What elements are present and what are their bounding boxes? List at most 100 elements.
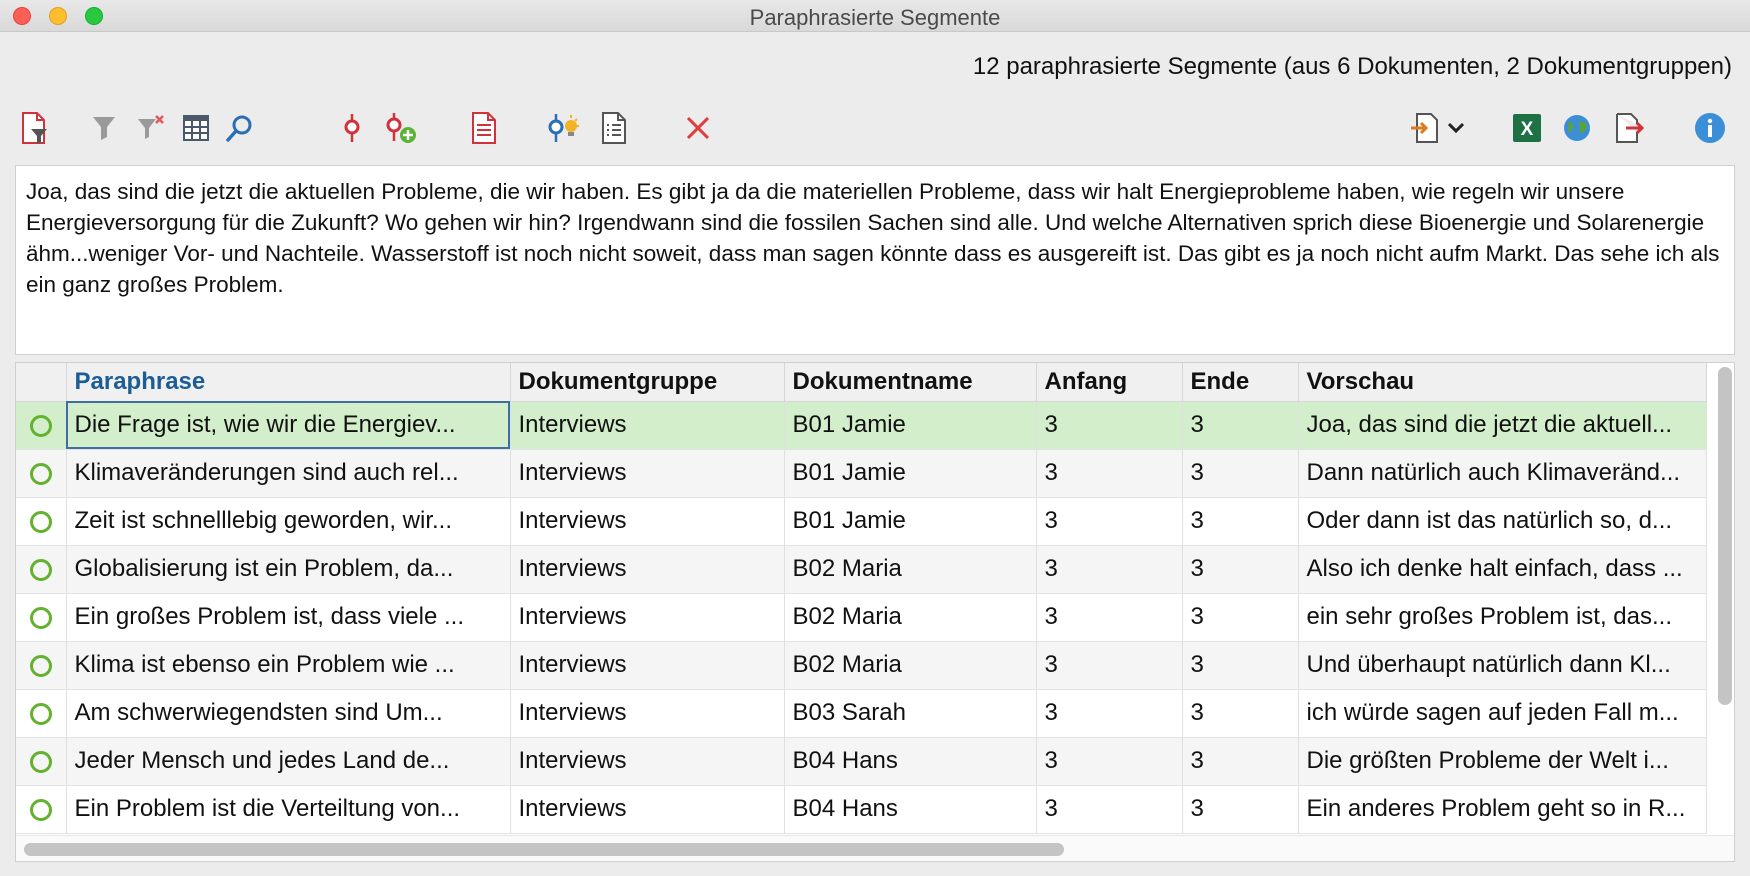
segment-text-preview[interactable]: Joa, das sind die jetzt die aktuellen Pr… [15,165,1735,355]
end-cell: 3 [1182,449,1299,498]
filter-icon[interactable] [86,110,122,146]
document-name-cell: B02 Maria [784,641,1037,690]
start-cell: 3 [1036,497,1183,546]
list-icon[interactable] [596,110,632,146]
end-cell: 3 [1182,737,1299,786]
status-circle-icon [16,449,67,498]
status-circle-icon [16,737,67,786]
table-row[interactable]: Globalisierung ist ein Problem, da... In… [16,545,1707,594]
start-cell: 3 [1036,593,1183,642]
status-circle-icon [16,785,67,834]
title-bar: Paraphrasierte Segmente [0,0,1750,32]
column-header-paraphrase[interactable]: Paraphrase [66,363,511,402]
table-row[interactable]: Am schwerwiegendsten sind Um... Intervie… [16,689,1707,738]
start-cell: 3 [1036,401,1183,450]
filter-clear-icon[interactable] [133,110,169,146]
status-circle-icon [16,497,67,546]
paraphrase-cell[interactable]: Die Frage ist, wie wir die Energiev... [66,401,511,450]
import-icon[interactable] [1408,110,1468,146]
window-title: Paraphrasierte Segmente [749,5,1001,30]
preview-cell: Und überhaupt natürlich dann Kl... [1298,641,1707,690]
columns-icon[interactable] [178,110,214,146]
preview-cell: Dann natürlich auch Klimaveränd... [1298,449,1707,498]
code-pin-icon[interactable] [334,110,370,146]
document-group-cell: Interviews [510,545,785,594]
column-header-document-group[interactable]: Dokumentgruppe [510,363,785,402]
horizontal-scrollbar-thumb[interactable] [24,843,1064,856]
paraphrase-cell[interactable]: Globalisierung ist ein Problem, da... [66,545,511,594]
document-group-cell: Interviews [510,689,785,738]
document-name-cell: B02 Maria [784,545,1037,594]
end-cell: 3 [1182,641,1299,690]
info-icon[interactable] [1692,110,1728,146]
table-row[interactable]: Klimaveränderungen sind auch rel... Inte… [16,449,1707,498]
column-header-preview[interactable]: Vorschau [1298,363,1707,402]
document-group-cell: Interviews [510,449,785,498]
table-row[interactable]: Zeit ist schnelllebig geworden, wir... I… [16,497,1707,546]
document-name-cell: B01 Jamie [784,497,1037,546]
end-cell: 3 [1182,497,1299,546]
excel-icon[interactable]: X [1509,110,1545,146]
preview-cell: Ein anderes Problem geht so in R... [1298,785,1707,834]
preview-cell: ein sehr großes Problem ist, das... [1298,593,1707,642]
preview-cell: Joa, das sind die jetzt die aktuell... [1298,401,1707,450]
table-row[interactable]: Die Frage ist, wie wir die Energiev... I… [16,401,1707,450]
document-group-cell: Interviews [510,737,785,786]
document-group-cell: Interviews [510,593,785,642]
column-header-end[interactable]: Ende [1182,363,1299,402]
document-name-cell: B04 Hans [784,737,1037,786]
horizontal-scrollbar-track[interactable] [16,835,1734,861]
paraphrase-cell[interactable]: Ein Problem ist die Verteiltung von... [66,785,511,834]
search-icon[interactable] [222,110,258,146]
document-group-cell: Interviews [510,497,785,546]
status-circle-icon [16,689,67,738]
start-cell: 3 [1036,641,1183,690]
column-header-start[interactable]: Anfang [1036,363,1183,402]
segments-table: Paraphrase Dokumentgruppe Dokumentname A… [15,362,1735,862]
start-cell: 3 [1036,449,1183,498]
svg-text:X: X [1521,119,1534,140]
table-row[interactable]: Ein Problem ist die Verteiltung von... I… [16,785,1707,834]
start-cell: 3 [1036,689,1183,738]
export-icon[interactable] [1612,110,1648,146]
document-name-cell: B03 Sarah [784,689,1037,738]
document-icon[interactable] [466,110,502,146]
end-cell: 3 [1182,689,1299,738]
bulb-code-icon[interactable] [546,110,582,146]
preview-cell: Oder dann ist das natürlich so, d... [1298,497,1707,546]
paraphrase-cell[interactable]: Ein großes Problem ist, dass viele ... [66,593,511,642]
preview-cell: ich würde sagen auf jeden Fall m... [1298,689,1707,738]
document-name-cell: B02 Maria [784,593,1037,642]
start-cell: 3 [1036,785,1183,834]
globe-icon[interactable] [1559,110,1595,146]
paraphrase-cell[interactable]: Am schwerwiegendsten sind Um... [66,689,511,738]
delete-icon[interactable] [680,110,716,146]
segment-summary: 12 paraphrasierte Segmente (aus 6 Dokume… [972,53,1732,80]
document-name-cell: B04 Hans [784,785,1037,834]
status-circle-icon [16,401,67,450]
code-pin-add-icon[interactable] [383,110,419,146]
table-header-row: Paraphrase Dokumentgruppe Dokumentname A… [16,363,1707,402]
preview-cell: Also ich denke halt einfach, dass ... [1298,545,1707,594]
end-cell: 3 [1182,401,1299,450]
document-filter-icon[interactable] [17,110,53,146]
paraphrased-segments-window: Paraphrasierte Segmente 12 paraphrasiert… [0,0,1750,876]
paraphrase-cell[interactable]: Klimaveränderungen sind auch rel... [66,449,511,498]
document-name-cell: B01 Jamie [784,401,1037,450]
vertical-scrollbar[interactable] [1718,367,1732,705]
start-cell: 3 [1036,737,1183,786]
document-group-cell: Interviews [510,401,785,450]
preview-cell: Die größten Probleme der Welt i... [1298,737,1707,786]
document-group-cell: Interviews [510,641,785,690]
table-row[interactable]: Klima ist ebenso ein Problem wie ... Int… [16,641,1707,690]
table-row[interactable]: Jeder Mensch und jedes Land de... Interv… [16,737,1707,786]
paraphrase-cell[interactable]: Zeit ist schnelllebig geworden, wir... [66,497,511,546]
paraphrase-cell[interactable]: Klima ist ebenso ein Problem wie ... [66,641,511,690]
document-name-cell: B01 Jamie [784,449,1037,498]
paraphrase-cell[interactable]: Jeder Mensch und jedes Land de... [66,737,511,786]
table-row[interactable]: Ein großes Problem ist, dass viele ... I… [16,593,1707,642]
column-header-document-name[interactable]: Dokumentname [784,363,1037,402]
status-circle-icon [16,593,67,642]
column-header-status[interactable] [16,363,67,402]
status-circle-icon [16,641,67,690]
